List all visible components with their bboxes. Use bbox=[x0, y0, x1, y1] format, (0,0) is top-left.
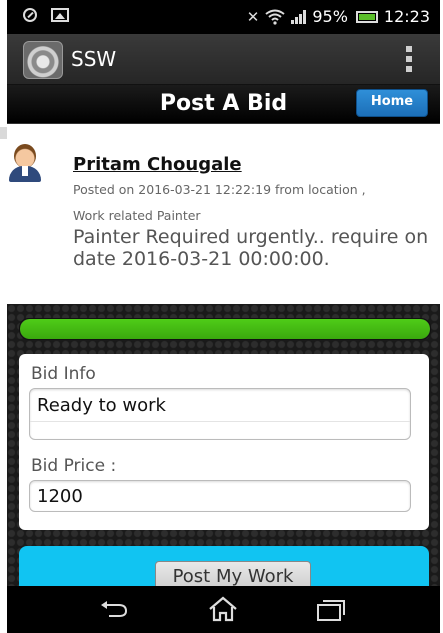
overflow-menu-icon[interactable] bbox=[406, 46, 412, 72]
post-description: Painter Required urgently.. require on d… bbox=[73, 226, 429, 270]
work-category: Work related Painter bbox=[73, 208, 201, 223]
recent-apps-icon[interactable] bbox=[315, 598, 347, 622]
wifi-icon bbox=[265, 9, 285, 25]
app-bar: SSW bbox=[7, 34, 440, 85]
status-bar-notifications bbox=[23, 8, 69, 22]
posted-info: Posted on 2016-03-21 12:22:19 from locat… bbox=[73, 182, 366, 197]
signal-icon bbox=[291, 9, 307, 24]
clock: 12:23 bbox=[383, 7, 430, 26]
bid-price-label: Bid Price : bbox=[31, 456, 117, 476]
bid-info-textarea[interactable]: Ready to work bbox=[29, 388, 411, 440]
image-notification-icon bbox=[51, 8, 69, 22]
page-header: Post A Bid Home bbox=[7, 85, 440, 124]
avatar bbox=[7, 142, 43, 182]
vibrate-icon: ✕ bbox=[246, 7, 260, 26]
navigation-bar bbox=[7, 586, 440, 633]
back-arrow-icon[interactable] bbox=[99, 600, 129, 618]
bid-form: Bid Info Ready to work Bid Price : 1200 bbox=[19, 354, 429, 530]
battery-icon bbox=[355, 10, 378, 23]
bid-info-label: Bid Info bbox=[31, 364, 96, 384]
gear-app-icon[interactable] bbox=[23, 41, 63, 79]
app-title: SSW bbox=[71, 47, 117, 71]
home-icon[interactable] bbox=[207, 596, 239, 622]
notification-blocked-icon bbox=[23, 8, 37, 22]
battery-percent: 95% bbox=[312, 7, 348, 26]
status-bar: ✕ 95% 12:23 bbox=[7, 0, 440, 34]
status-bar-system: ✕ 95% 12:23 bbox=[247, 7, 430, 26]
background-strip bbox=[0, 127, 7, 139]
post-card: Pritam Chougale Posted on 2016-03-21 12:… bbox=[7, 124, 440, 304]
phone-screen: ✕ 95% 12:23 SSW Post A Bid Home Pritam C… bbox=[7, 0, 440, 633]
poster-name-link[interactable]: Pritam Chougale bbox=[73, 154, 242, 175]
progress-fill bbox=[20, 319, 430, 339]
progress-bar bbox=[19, 318, 431, 340]
home-button[interactable]: Home bbox=[356, 89, 428, 117]
bid-price-input[interactable]: 1200 bbox=[29, 480, 411, 512]
